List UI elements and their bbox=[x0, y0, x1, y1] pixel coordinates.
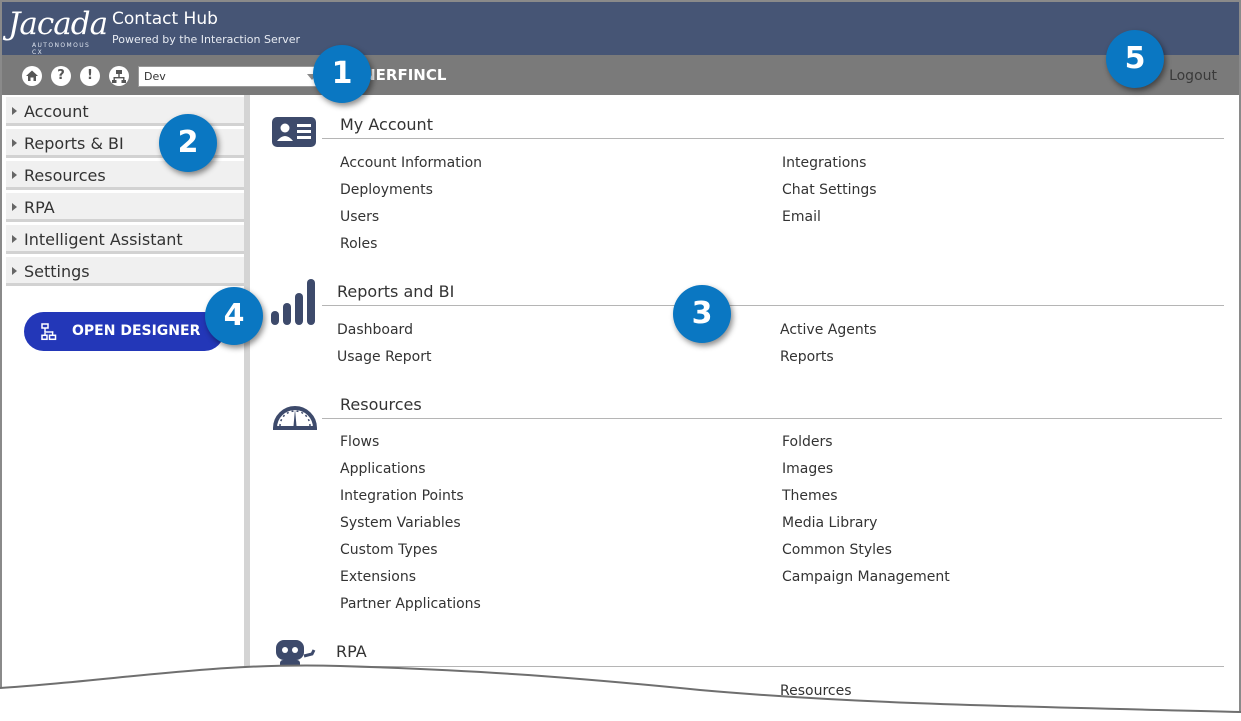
app-title: Contact Hub bbox=[112, 9, 218, 29]
section-title-resources: Resources bbox=[340, 395, 422, 414]
link-integrations[interactable]: Integrations bbox=[782, 155, 866, 171]
link-partner-applications[interactable]: Partner Applications bbox=[340, 596, 481, 612]
alert-icon[interactable]: ! bbox=[80, 66, 100, 86]
link-roles[interactable]: Roles bbox=[340, 236, 377, 252]
section-title-reports: Reports and BI bbox=[337, 282, 455, 301]
link-system-variables[interactable]: System Variables bbox=[340, 515, 461, 531]
designer-icon bbox=[40, 323, 58, 341]
link-custom-types[interactable]: Custom Types bbox=[340, 542, 438, 558]
sidebar-item-label: Resources bbox=[24, 166, 106, 185]
id-card-icon bbox=[272, 117, 316, 151]
open-designer-button[interactable]: OPEN DESIGNER bbox=[24, 312, 224, 351]
chevron-right-icon bbox=[12, 267, 17, 275]
callout-1: 1 bbox=[313, 45, 371, 103]
link-folders[interactable]: Folders bbox=[782, 434, 833, 450]
callout-5: 5 bbox=[1106, 30, 1164, 88]
chevron-right-icon bbox=[12, 171, 17, 179]
link-active-agents[interactable]: Active Agents bbox=[780, 322, 877, 338]
sidebar-item-resources[interactable]: Resources bbox=[6, 161, 244, 190]
link-images[interactable]: Images bbox=[782, 461, 833, 477]
link-dashboard[interactable]: Dashboard bbox=[337, 322, 413, 338]
environment-select-value: Dev bbox=[144, 70, 166, 83]
link-chat-settings[interactable]: Chat Settings bbox=[782, 182, 877, 198]
jacada-logo: Jacada AUTONOMOUS CX bbox=[8, 6, 108, 56]
sidebar-item-rpa[interactable]: RPA bbox=[6, 193, 244, 222]
sidebar-item-label: Intelligent Assistant bbox=[24, 230, 183, 249]
link-extensions[interactable]: Extensions bbox=[340, 569, 416, 585]
callout-2: 2 bbox=[159, 114, 217, 172]
link-themes[interactable]: Themes bbox=[782, 488, 838, 504]
help-icon[interactable]: ? bbox=[51, 66, 71, 86]
sidebar-item-settings[interactable]: Settings bbox=[6, 257, 244, 286]
chevron-right-icon bbox=[12, 139, 17, 147]
chevron-right-icon bbox=[12, 235, 17, 243]
section-divider bbox=[322, 305, 1224, 306]
link-campaign-management[interactable]: Campaign Management bbox=[782, 569, 950, 585]
section-divider bbox=[322, 138, 1224, 139]
logo-wordmark: Jacada bbox=[8, 6, 108, 42]
link-usage-report[interactable]: Usage Report bbox=[337, 349, 431, 365]
sidebar-item-intelligent-assistant[interactable]: Intelligent Assistant bbox=[6, 225, 244, 254]
callout-4: 4 bbox=[205, 287, 263, 345]
logout-link[interactable]: Logout bbox=[1169, 68, 1217, 84]
environment-select[interactable]: Dev bbox=[138, 66, 322, 87]
link-reports[interactable]: Reports bbox=[780, 349, 834, 365]
sidebar-item-label: Account bbox=[24, 102, 89, 121]
link-media-library[interactable]: Media Library bbox=[782, 515, 877, 531]
sidebar-item-label: Settings bbox=[24, 262, 90, 281]
torn-edge-decoration bbox=[0, 664, 1241, 721]
chevron-right-icon bbox=[12, 203, 17, 211]
link-email[interactable]: Email bbox=[782, 209, 821, 225]
section-title-my-account: My Account bbox=[340, 115, 433, 134]
link-account-information[interactable]: Account Information bbox=[340, 155, 482, 171]
app-window: Jacada AUTONOMOUS CX Contact Hub Powered… bbox=[0, 0, 1241, 721]
main-content: My Account Account Information Deploymen… bbox=[252, 95, 1239, 721]
open-designer-label: OPEN DESIGNER bbox=[72, 323, 201, 339]
link-deployments[interactable]: Deployments bbox=[340, 182, 433, 198]
toolbar: ? ! Dev RTNERFINCL Logout bbox=[2, 55, 1239, 95]
sidebar-item-label: RPA bbox=[24, 198, 55, 217]
header-bar: Jacada AUTONOMOUS CX Contact Hub Powered… bbox=[2, 2, 1239, 56]
network-icon[interactable] bbox=[109, 66, 129, 86]
link-applications[interactable]: Applications bbox=[340, 461, 426, 477]
bar-chart-icon bbox=[270, 279, 318, 331]
gauge-icon bbox=[272, 395, 318, 435]
home-icon[interactable] bbox=[22, 66, 42, 86]
sidebar-item-label: Reports & BI bbox=[24, 134, 124, 153]
chevron-right-icon bbox=[12, 107, 17, 115]
link-users[interactable]: Users bbox=[340, 209, 379, 225]
link-common-styles[interactable]: Common Styles bbox=[782, 542, 892, 558]
callout-3: 3 bbox=[673, 285, 731, 343]
sidebar: Account Reports & BI Resources RPA Intel… bbox=[2, 95, 250, 721]
logo-tagline: AUTONOMOUS CX bbox=[32, 42, 91, 56]
link-flows[interactable]: Flows bbox=[340, 434, 379, 450]
section-divider bbox=[322, 418, 1222, 419]
app-subtitle: Powered by the Interaction Server bbox=[112, 33, 301, 46]
link-integration-points[interactable]: Integration Points bbox=[340, 488, 464, 504]
